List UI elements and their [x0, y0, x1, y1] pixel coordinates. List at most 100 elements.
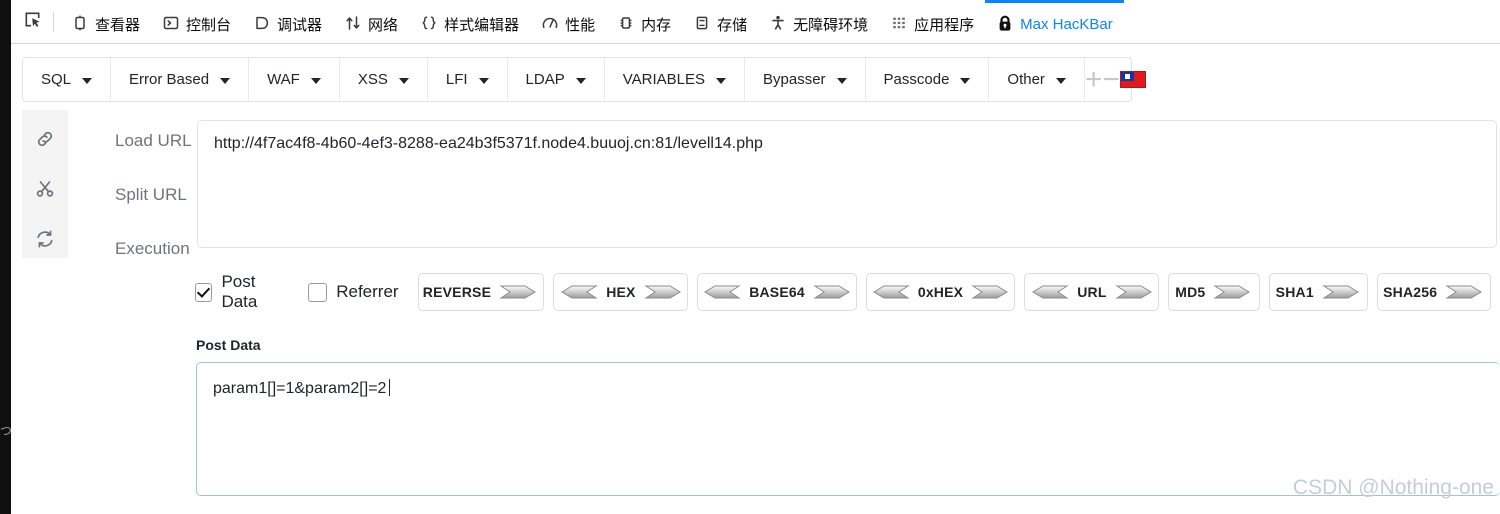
encoder-reverse-button[interactable]: REVERSE: [417, 273, 545, 311]
arrow-right-icon: [1114, 282, 1155, 302]
menu-waf[interactable]: WAF: [249, 58, 340, 101]
console-icon: [162, 14, 180, 32]
url-panel: Load URL Split URL Execution http://4f7a…: [22, 110, 1500, 258]
chevron-down-icon: [398, 77, 409, 84]
chevron-down-icon: [478, 77, 489, 84]
encoder-sha1-button[interactable]: SHA1: [1269, 273, 1369, 311]
tab-style-editor-label: 样式编辑器: [444, 16, 520, 34]
watermark: CSDN @Nothing-one: [1292, 476, 1494, 499]
arrow-right-icon: [813, 282, 853, 302]
load-url-button[interactable]: Load URL: [68, 132, 218, 150]
tab-performance-label: 性能: [565, 16, 596, 34]
encoder-base64-label: BASE64: [749, 284, 805, 300]
arrow-right-icon: [499, 282, 539, 302]
encoder-toolbar: Post Data Referrer REVERSE HEX BASE64 0x…: [22, 268, 1500, 316]
encoder-sha1-label: SHA1: [1275, 284, 1314, 300]
encoder-url-button[interactable]: URL: [1024, 273, 1160, 311]
devtools-window: つ 查看器 控制台 调试器 网络 样式编辑器 性能 内存 存储 无障碍环境 应用…: [0, 0, 1500, 514]
tab-max-hackbar-label: Max HacKBar: [1020, 15, 1113, 33]
encoder-0xhex-button[interactable]: 0xHEX: [865, 273, 1016, 311]
arrow-left-icon: [1029, 282, 1069, 302]
debugger-icon: [253, 14, 271, 32]
refresh-icon[interactable]: [34, 228, 56, 250]
tab-debugger-label: 调试器: [277, 16, 323, 34]
link-icon[interactable]: [34, 128, 56, 150]
menu-xss[interactable]: XSS: [340, 58, 428, 101]
post-data-value: param1[]=1&param2[]=2: [213, 380, 387, 397]
referrer-checkbox-group[interactable]: Referrer: [308, 282, 399, 302]
tab-accessibility[interactable]: 无障碍环境: [758, 0, 879, 44]
encoder-sha256-button[interactable]: SHA256: [1377, 273, 1492, 311]
menu-other-label: Other: [1007, 71, 1045, 88]
menu-waf-label: WAF: [267, 71, 300, 88]
application-icon: [890, 14, 908, 32]
tab-max-hackbar[interactable]: Max HacKBar: [985, 0, 1124, 44]
chevron-down-icon: [960, 77, 971, 84]
tab-console-label: 控制台: [186, 16, 232, 34]
menu-error-based[interactable]: Error Based: [111, 58, 250, 101]
tab-inspector[interactable]: 查看器: [60, 0, 151, 44]
tab-network[interactable]: 网络: [333, 0, 409, 44]
scissors-icon[interactable]: [34, 178, 56, 200]
post-data-checkbox-group[interactable]: Post Data: [195, 272, 289, 312]
chevron-down-icon: [220, 77, 231, 84]
arrow-left-icon: [870, 282, 910, 302]
execution-button[interactable]: Execution: [68, 240, 218, 258]
devtools-tab-bar: 查看器 控制台 调试器 网络 样式编辑器 性能 内存 存储 无障碍环境 应用程序…: [11, 0, 1500, 44]
menu-variables[interactable]: VARIABLES: [605, 58, 745, 101]
encoder-sha256-label: SHA256: [1383, 284, 1438, 300]
tab-application-label: 应用程序: [914, 16, 975, 34]
referrer-checkbox[interactable]: [308, 282, 328, 302]
menu-bypasser[interactable]: Bypasser: [745, 58, 866, 101]
url-action-label-column: Load URL Split URL Execution: [68, 110, 218, 258]
tab-storage-label: 存储: [717, 16, 748, 34]
encoder-hex-button[interactable]: HEX: [553, 273, 689, 311]
chevron-down-icon: [1055, 77, 1066, 84]
menu-variables-label: VARIABLES: [622, 71, 705, 88]
add-tab-button[interactable]: +: [1085, 58, 1103, 101]
menu-lfi-label: LFI: [445, 71, 468, 88]
tab-application[interactable]: 应用程序: [879, 0, 985, 44]
element-picker-icon: [23, 10, 42, 34]
tab-inspector-label: 查看器: [95, 16, 141, 34]
menu-ldap[interactable]: LDAP: [508, 58, 605, 101]
chevron-down-icon: [716, 77, 726, 84]
hackbar-menu-strip: SQL Error Based WAF XSS LFI LDAP VARIABL…: [22, 57, 1146, 102]
encoder-md5-button[interactable]: MD5: [1168, 273, 1261, 311]
arrow-right-icon: [971, 282, 1011, 302]
menu-passcode[interactable]: Passcode: [866, 58, 990, 101]
taiwan-flag-icon: [1119, 71, 1146, 88]
language-flag-button[interactable]: [1119, 58, 1146, 101]
tab-network-label: 网络: [368, 16, 399, 34]
menu-sql-label: SQL: [41, 71, 72, 88]
encoder-base64-button[interactable]: BASE64: [697, 273, 857, 311]
tab-memory-label: 内存: [641, 16, 672, 34]
menu-lfi[interactable]: LFI: [428, 58, 508, 101]
tab-console[interactable]: 控制台: [151, 0, 242, 44]
post-data-checkbox[interactable]: [195, 282, 213, 302]
arrow-left-icon: [558, 282, 598, 302]
arrow-right-icon: [1213, 282, 1253, 302]
menu-bypasser-label: Bypasser: [763, 71, 826, 88]
tab-style-editor[interactable]: 样式编辑器: [409, 0, 530, 44]
encoder-md5-label: MD5: [1175, 284, 1206, 300]
toolbar-divider: [53, 11, 54, 32]
plus-icon: +: [1084, 62, 1103, 96]
arrow-right-icon: [1445, 282, 1485, 302]
tab-storage[interactable]: 存储: [682, 0, 758, 44]
menu-other[interactable]: Other: [989, 58, 1085, 101]
url-action-icon-column: [22, 110, 68, 258]
text-cursor: [389, 379, 391, 396]
url-input[interactable]: http://4f7ac4f8-4b60-4ef3-8288-ea24b3f53…: [197, 120, 1497, 248]
menu-passcode-label: Passcode: [883, 71, 950, 88]
element-picker-button[interactable]: [15, 7, 49, 37]
tab-memory[interactable]: 内存: [606, 0, 682, 44]
split-url-button[interactable]: Split URL: [68, 186, 218, 204]
tab-performance[interactable]: 性能: [530, 0, 606, 44]
post-data-label: Post Data: [196, 337, 261, 353]
tab-accessibility-label: 无障碍环境: [793, 16, 869, 34]
chevron-down-icon: [575, 77, 586, 84]
tab-debugger[interactable]: 调试器: [242, 0, 333, 44]
menu-sql[interactable]: SQL: [23, 58, 112, 101]
remove-tab-button[interactable]: −: [1102, 58, 1120, 101]
